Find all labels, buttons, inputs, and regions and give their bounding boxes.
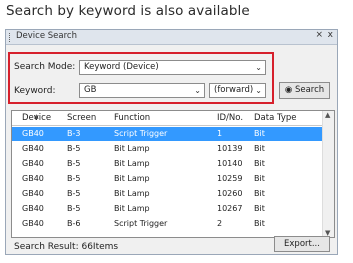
table-cell: 2 <box>217 219 223 228</box>
keyword-input[interactable]: GB ⌄ <box>79 83 205 98</box>
table-cell: B-5 <box>67 204 81 213</box>
keyword-value: GB <box>84 85 97 95</box>
table-cell: 10139 <box>217 144 243 153</box>
export-button-label: Export... <box>284 239 320 249</box>
column-header-screen[interactable]: Screen <box>67 113 96 123</box>
vertical-scrollbar[interactable]: ▲ ▼ <box>322 111 334 237</box>
table-cell: Bit Lamp <box>114 174 150 183</box>
table-cell: Bit <box>254 129 265 138</box>
table-row[interactable]: GB40 B-5 Bit Lamp 10267 Bit <box>12 202 323 216</box>
close-icon[interactable]: x <box>328 30 333 40</box>
table-cell: B-5 <box>67 144 81 153</box>
table-cell: GB40 <box>22 174 44 183</box>
table-cell: GB40 <box>22 144 44 153</box>
device-search-window: Device Search ⨯ x Search Mode: Keyword (… <box>5 29 338 255</box>
table-row[interactable]: GB40 B-5 Bit Lamp 10259 Bit <box>12 172 323 186</box>
results-table[interactable]: ▲ Device Screen Function ID/No. Data Typ… <box>11 110 335 238</box>
chevron-down-icon: ⌄ <box>255 63 262 72</box>
search-mode-label: Search Mode: <box>14 62 76 72</box>
table-cell: Bit <box>254 189 265 198</box>
table-cell: Bit <box>254 144 265 153</box>
table-cell: Bit Lamp <box>114 159 150 168</box>
table-cell: 10260 <box>217 189 243 198</box>
column-header-id[interactable]: ID/No. <box>217 113 243 123</box>
direction-select[interactable]: (forward) ⌄ <box>209 83 266 98</box>
table-row[interactable]: GB40 B-5 Bit Lamp 10140 Bit <box>12 157 323 171</box>
table-cell: 10267 <box>217 204 243 213</box>
keyword-label: Keyword: <box>14 86 56 96</box>
table-cell: 10140 <box>217 159 243 168</box>
table-cell: B-5 <box>67 189 81 198</box>
table-cell: GB40 <box>22 159 44 168</box>
window-title: Device Search <box>16 31 77 41</box>
table-cell: B-5 <box>67 159 81 168</box>
table-row[interactable]: GB40 B-3 Script Trigger 1 Bit <box>12 127 323 141</box>
table-cell: B-3 <box>67 129 81 138</box>
table-row[interactable]: GB40 B-5 Bit Lamp 10139 Bit <box>12 142 323 156</box>
search-mode-select[interactable]: Keyword (Device) ⌄ <box>79 60 266 75</box>
table-row[interactable]: GB40 B-5 Bit Lamp 10260 Bit <box>12 187 323 201</box>
table-cell: GB40 <box>22 219 44 228</box>
table-cell: B-6 <box>67 219 81 228</box>
table-cell: GB40 <box>22 189 44 198</box>
table-cell: Bit <box>254 204 265 213</box>
table-cell: GB40 <box>22 204 44 213</box>
table-cell: 10259 <box>217 174 243 183</box>
export-button[interactable]: Export... <box>274 236 330 252</box>
table-cell: Script Trigger <box>114 219 168 228</box>
table-cell: Bit Lamp <box>114 204 150 213</box>
search-mode-value: Keyword (Device) <box>84 62 159 72</box>
table-row[interactable]: GB40 B-6 Script Trigger 2 Bit <box>12 217 323 231</box>
column-header-data-type[interactable]: Data Type <box>254 113 297 123</box>
direction-value: (forward) <box>214 85 254 95</box>
window-titlebar[interactable]: Device Search ⨯ x <box>6 30 337 45</box>
table-cell: Script Trigger <box>114 129 168 138</box>
table-cell: Bit Lamp <box>114 189 150 198</box>
search-button[interactable]: ◉ Search <box>279 82 330 99</box>
table-cell: B-5 <box>67 174 81 183</box>
caption: Search by keyword is also available <box>6 3 250 19</box>
search-button-label: Search <box>294 85 325 95</box>
column-header-device[interactable]: Device <box>22 113 51 123</box>
drag-grip-icon[interactable] <box>9 33 12 42</box>
column-header-function[interactable]: Function <box>114 113 150 123</box>
scroll-up-icon[interactable]: ▲ <box>325 111 330 119</box>
table-cell: Bit Lamp <box>114 144 150 153</box>
search-result-count: Search Result: 66Items <box>14 242 119 252</box>
pin-icon[interactable]: ⨯ <box>315 30 323 40</box>
chevron-down-icon: ⌄ <box>194 86 201 95</box>
binoculars-icon: ◉ <box>284 85 293 95</box>
table-cell: Bit <box>254 219 265 228</box>
table-cell: 1 <box>217 129 223 138</box>
chevron-down-icon: ⌄ <box>255 86 262 95</box>
table-header: ▲ Device Screen Function ID/No. Data Typ… <box>12 111 323 126</box>
table-cell: Bit <box>254 174 265 183</box>
table-cell: GB40 <box>22 129 44 138</box>
table-cell: Bit <box>254 159 265 168</box>
